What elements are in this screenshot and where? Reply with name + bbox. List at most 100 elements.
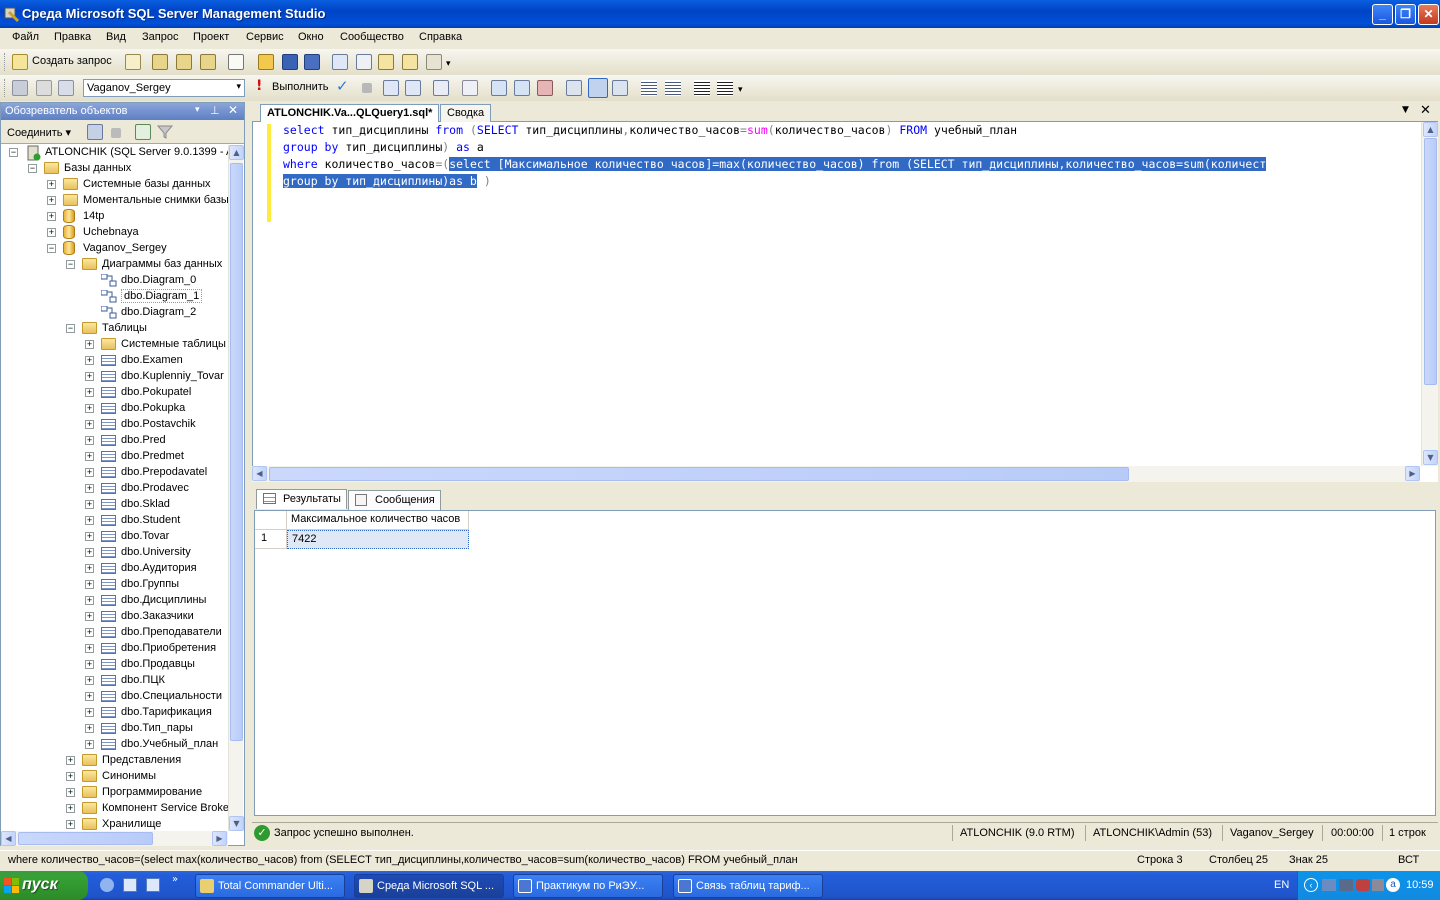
tree-node[interactable]: +14tp bbox=[1, 209, 228, 225]
expand-icon[interactable]: + bbox=[85, 452, 94, 461]
cancel-query-icon[interactable] bbox=[362, 83, 372, 93]
tree-node[interactable]: + dbo.Pred bbox=[1, 433, 228, 449]
menu-view[interactable]: Вид bbox=[106, 31, 126, 43]
tree-node[interactable]: + dbo.Аудитория bbox=[1, 561, 228, 577]
scroll-left-arrow-icon[interactable]: ◀ bbox=[252, 466, 267, 481]
scroll-up-arrow-icon[interactable]: ▲ bbox=[1423, 122, 1438, 137]
disconnect-icon[interactable] bbox=[87, 124, 103, 140]
tree-node[interactable]: + dbo.Postavchik bbox=[1, 417, 228, 433]
expand-icon[interactable]: + bbox=[85, 484, 94, 493]
task-ssms[interactable]: Среда Microsoft SQL ... bbox=[354, 874, 504, 898]
code-line[interactable]: where количество_часов=(select [Максимал… bbox=[283, 156, 1267, 173]
language-indicator[interactable]: EN bbox=[1274, 879, 1289, 891]
expand-icon[interactable]: + bbox=[47, 196, 56, 205]
estimated-plan-icon[interactable] bbox=[383, 80, 399, 96]
intellisense-icon[interactable] bbox=[462, 80, 478, 96]
tab-messages[interactable]: Сообщения bbox=[348, 490, 441, 510]
tree-node[interactable]: + dbo.Predmet bbox=[1, 449, 228, 465]
expand-icon[interactable]: + bbox=[85, 356, 94, 365]
close-tab-icon[interactable]: ✕ bbox=[1420, 103, 1431, 118]
new-query-button[interactable]: Создать запрос bbox=[32, 55, 112, 67]
close-button[interactable]: ✕ bbox=[1418, 4, 1439, 25]
object-explorer-icon[interactable] bbox=[356, 54, 372, 70]
tree-node[interactable]: + dbo.Дисциплины bbox=[1, 593, 228, 609]
tray-collapse-icon[interactable]: ‹ bbox=[1304, 878, 1318, 892]
tree-node[interactable]: + dbo.Тип_пары bbox=[1, 721, 228, 737]
dmx-query-icon[interactable] bbox=[200, 54, 216, 70]
toolbar-grip[interactable] bbox=[4, 53, 7, 71]
execute-button[interactable]: Выполнить bbox=[272, 81, 328, 93]
expand-icon[interactable]: + bbox=[66, 820, 75, 829]
menu-tools[interactable]: Сервис bbox=[246, 31, 284, 43]
new-file-icon[interactable] bbox=[125, 54, 141, 70]
expand-icon[interactable]: + bbox=[85, 564, 94, 573]
disconnect-icon[interactable] bbox=[36, 80, 52, 96]
tree-node[interactable]: + dbo.Тарификация bbox=[1, 705, 228, 721]
scroll-right-arrow-icon[interactable]: ▶ bbox=[212, 831, 227, 846]
specify-values-icon[interactable] bbox=[433, 80, 449, 96]
tree-node[interactable]: dbo.Diagram_0 bbox=[1, 273, 228, 289]
tree-node[interactable]: + dbo.Преподаватели bbox=[1, 625, 228, 641]
tree-node[interactable]: − Диаграммы баз данных bbox=[1, 257, 228, 273]
tray-app-icon[interactable] bbox=[1356, 879, 1370, 891]
expand-icon[interactable]: + bbox=[85, 516, 94, 525]
refresh-icon[interactable] bbox=[135, 124, 151, 140]
expand-icon[interactable]: + bbox=[85, 468, 94, 477]
scroll-up-arrow-icon[interactable]: ▲ bbox=[229, 145, 244, 160]
tree-node[interactable]: + dbo.Pokupka bbox=[1, 401, 228, 417]
tree-node[interactable]: − Базы данных bbox=[1, 161, 228, 177]
expand-icon[interactable]: + bbox=[85, 340, 94, 349]
database-select[interactable]: Vaganov_Sergey ▾ bbox=[83, 79, 245, 97]
tree-node[interactable]: dbo.Diagram_2 bbox=[1, 305, 228, 321]
maximize-button[interactable]: ❐ bbox=[1395, 4, 1416, 25]
expand-icon[interactable]: + bbox=[85, 596, 94, 605]
expand-icon[interactable]: + bbox=[66, 756, 75, 765]
menu-help[interactable]: Справка bbox=[419, 31, 462, 43]
tree-node[interactable]: + dbo.Продавцы bbox=[1, 657, 228, 673]
code-line[interactable]: group by тип_дисциплины) as a bbox=[283, 139, 1266, 156]
tree-node[interactable]: + Системные базы данных bbox=[1, 177, 228, 193]
tree-node[interactable]: + Синонимы bbox=[1, 769, 228, 785]
task-word-tables[interactable]: Связь таблиц тариф... bbox=[673, 874, 823, 898]
expand-icon[interactable]: + bbox=[85, 580, 94, 589]
menu-project[interactable]: Проект bbox=[193, 31, 229, 43]
tree-node[interactable]: + dbo.Заказчики bbox=[1, 609, 228, 625]
menu-edit[interactable]: Правка bbox=[54, 31, 91, 43]
open-file-icon[interactable] bbox=[258, 54, 274, 70]
properties-icon[interactable] bbox=[426, 54, 442, 70]
tree-node[interactable]: + dbo.ПЦК bbox=[1, 673, 228, 689]
collapse-icon[interactable]: − bbox=[47, 244, 56, 253]
scroll-thumb[interactable] bbox=[1424, 138, 1437, 385]
tab-summary[interactable]: Сводка bbox=[440, 104, 492, 122]
tree-node[interactable]: + Программирование bbox=[1, 785, 228, 801]
quicklaunch-browser-icon[interactable] bbox=[100, 878, 114, 892]
results-to-file-icon[interactable] bbox=[612, 80, 628, 96]
expand-icon[interactable]: + bbox=[85, 436, 94, 445]
client-stats-icon[interactable] bbox=[514, 80, 530, 96]
editor-horizontal-scrollbar[interactable]: ◀ ▶ bbox=[252, 466, 1420, 482]
tab-query1[interactable]: ATLONCHIK.Va...QLQuery1.sql* bbox=[260, 104, 440, 122]
uncomment-icon[interactable] bbox=[665, 80, 681, 96]
tree-vertical-scrollbar[interactable]: ▲ ▼ bbox=[228, 145, 244, 831]
stop-icon[interactable] bbox=[111, 128, 121, 138]
template-explorer-icon[interactable] bbox=[378, 54, 394, 70]
table-cell[interactable]: 7422 bbox=[287, 530, 469, 549]
expand-icon[interactable]: + bbox=[85, 420, 94, 429]
collapse-icon[interactable]: − bbox=[28, 164, 37, 173]
change-connection-icon[interactable] bbox=[58, 80, 74, 96]
tree-node[interactable]: − ATLONCHIK (SQL Server 9.0.1399 - A bbox=[1, 145, 228, 161]
tree-node[interactable]: + dbo.Учебный_план bbox=[1, 737, 228, 753]
expand-icon[interactable]: + bbox=[47, 212, 56, 221]
tree-node[interactable]: + dbo.Kuplenniy_Tovar bbox=[1, 369, 228, 385]
expand-icon[interactable]: + bbox=[85, 612, 94, 621]
row-number[interactable]: 1 bbox=[255, 530, 287, 549]
task-word-practicum[interactable]: Практикум по РиЭУ... bbox=[513, 874, 663, 898]
tree-node[interactable]: + dbo.Prepodavatel bbox=[1, 465, 228, 481]
expand-icon[interactable]: + bbox=[66, 788, 75, 797]
tree-node[interactable]: + Системные таблицы bbox=[1, 337, 228, 353]
menu-query[interactable]: Запрос bbox=[142, 31, 178, 43]
tree-node[interactable]: + Моментальные снимки базы bbox=[1, 193, 228, 209]
tab-list-icon[interactable]: ▼ bbox=[1402, 105, 1409, 115]
connect-button[interactable]: Соединить ▾ bbox=[7, 126, 71, 139]
task-total-commander[interactable]: Total Commander Ulti... bbox=[195, 874, 345, 898]
